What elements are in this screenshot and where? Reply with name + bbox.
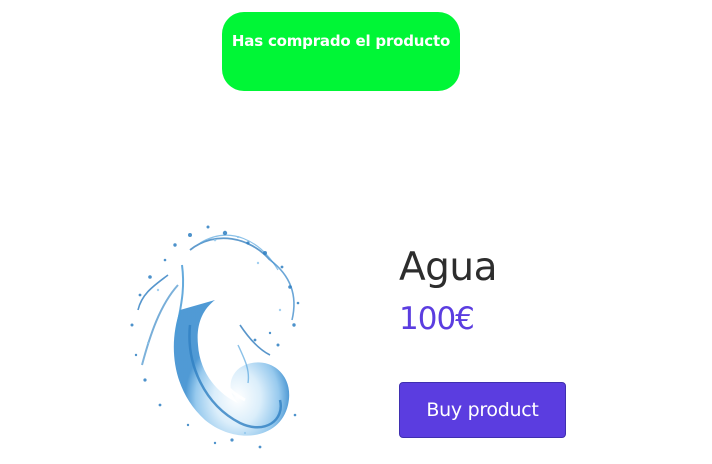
buy-product-button[interactable]: Buy product <box>399 382 566 438</box>
purchase-success-notification: Has comprado el producto <box>222 12 460 91</box>
product-price: 100€ <box>399 301 475 337</box>
notification-message: Has comprado el producto <box>231 32 451 50</box>
water-splash-image <box>130 225 300 449</box>
product-name: Agua <box>399 245 498 290</box>
